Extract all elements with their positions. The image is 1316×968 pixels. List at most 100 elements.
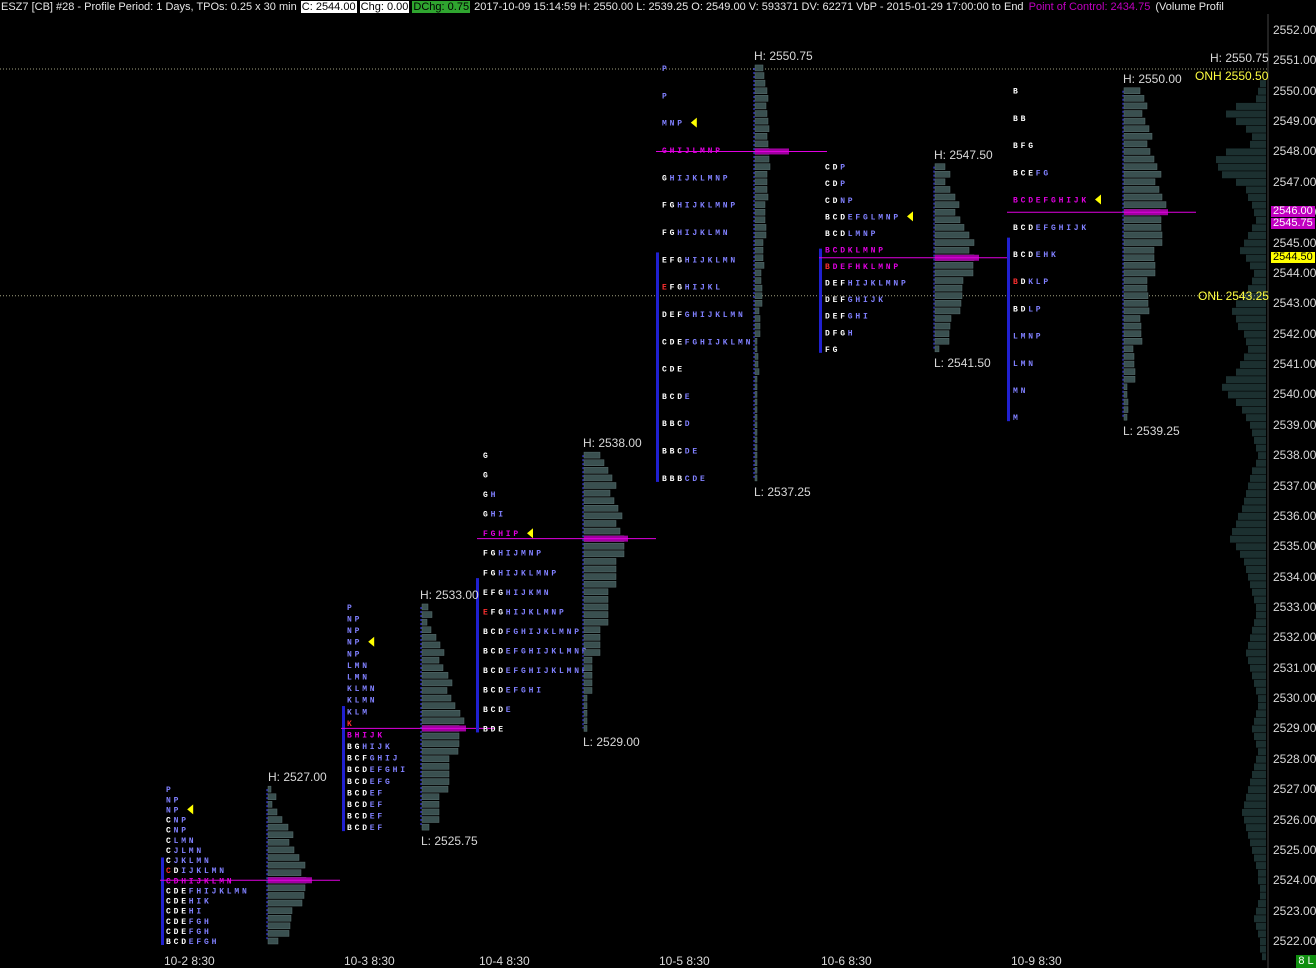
tpo-letter: D xyxy=(692,475,697,484)
composite-volume-bar xyxy=(1256,922,1266,930)
tpo-letter: B xyxy=(347,731,352,740)
tpo-letter: G xyxy=(662,174,667,183)
tpo-letter: P xyxy=(166,786,171,795)
volume-bar xyxy=(583,656,593,664)
volume-bar xyxy=(583,725,588,732)
tpo-letter: D xyxy=(1021,278,1026,287)
tpo-letter: I xyxy=(196,898,201,907)
tpo-letter: G xyxy=(483,452,488,461)
tpo-letter: C xyxy=(166,827,171,836)
composite-volume-bar xyxy=(1230,535,1266,543)
tpo-letter: K xyxy=(551,647,556,656)
composite-volume-bar xyxy=(1246,793,1266,801)
volume-bar xyxy=(421,816,440,823)
volume-bar xyxy=(583,634,601,641)
tpo-letter: F xyxy=(377,789,382,798)
tpo-letter: N xyxy=(886,213,891,222)
tpo-letter: N xyxy=(544,589,549,598)
tpo-letter: M xyxy=(219,877,224,886)
volume-bar xyxy=(267,907,293,914)
composite-volume-bar xyxy=(1248,482,1266,490)
tpo-letter: D xyxy=(840,230,845,239)
volume-bar xyxy=(1123,360,1135,368)
tpo-letter: E xyxy=(692,448,697,457)
tpo-letter: B xyxy=(1013,88,1018,97)
tpo-letter: M xyxy=(567,647,572,656)
tpo-letter: P xyxy=(536,550,541,559)
tpo-letter: L xyxy=(174,837,179,846)
volume-bar xyxy=(754,429,758,436)
tpo-letter: D xyxy=(174,908,179,917)
tpo-letter: H xyxy=(529,647,534,656)
tpo-letter: M xyxy=(536,569,541,578)
opening-range-bar xyxy=(656,252,659,482)
tpo-letter: J xyxy=(513,550,518,559)
volume-bar xyxy=(754,421,758,429)
tpo-letter: P xyxy=(174,806,179,815)
tpo-letter: J xyxy=(544,667,549,676)
tpo-letter: D xyxy=(833,197,838,206)
tpo-letter: M xyxy=(715,202,720,211)
corner-badge[interactable]: 8 L xyxy=(1296,955,1316,968)
tpo-letter: L xyxy=(347,673,352,682)
tpo-letter: J xyxy=(692,229,697,238)
tpo-letter: J xyxy=(189,867,194,876)
volume-bar xyxy=(421,793,440,801)
composite-volume-bar xyxy=(1260,938,1266,945)
tpo-letter: C xyxy=(1021,251,1026,260)
tpo-letter: G xyxy=(521,647,526,656)
tpo-letter: K xyxy=(1028,278,1033,287)
composite-volume-bar xyxy=(1244,816,1266,824)
composite-volume-bar xyxy=(1256,740,1266,748)
tpo-letter: B xyxy=(483,628,488,637)
composite-volume-bar xyxy=(1262,953,1266,961)
volume-bar xyxy=(267,801,273,808)
volume-bar xyxy=(1123,330,1142,337)
tpo-chart-canvas[interactable]: B C D E F G HC D E F G HC D E F G HC D E H IC D E H I KC D E F H I J K L M… xyxy=(0,0,1316,968)
tpo-letter: N xyxy=(886,263,891,272)
composite-volume-bar xyxy=(1236,543,1266,551)
tpo-letter: I xyxy=(204,887,209,896)
volume-bar xyxy=(1123,284,1148,292)
volume-bar xyxy=(754,406,758,413)
tpo-letter: B xyxy=(1013,278,1018,287)
tpo-letter: P xyxy=(662,65,667,74)
session-low-label: L: 2539.25 xyxy=(1123,424,1180,439)
tpo-letter: G xyxy=(498,608,503,617)
tpo-letter: B xyxy=(825,230,830,239)
tpo-letter: I xyxy=(506,569,511,578)
tpo-letter: M xyxy=(196,857,201,866)
volume-bar xyxy=(583,558,617,565)
tpo-letter: M xyxy=(1021,360,1026,369)
volume-bar xyxy=(1123,95,1145,102)
tpo-letter: L xyxy=(871,263,876,272)
volume-bar xyxy=(754,375,758,383)
tpo-letter: D xyxy=(1028,224,1033,233)
session-date-label: 10-5 8:30 xyxy=(659,954,710,968)
volume-bar xyxy=(754,262,765,269)
volume-bar xyxy=(421,656,440,664)
onh-label: ONH 2550.50 xyxy=(1195,68,1269,83)
composite-volume-bar xyxy=(1258,695,1266,703)
current-price-tag: 2544.50 xyxy=(1271,250,1315,263)
volume-bar xyxy=(583,679,593,687)
volume-bar xyxy=(1123,193,1163,201)
tpo-letter: I xyxy=(513,589,518,598)
composite-volume-bar xyxy=(1250,262,1266,270)
volume-bar xyxy=(754,95,769,102)
tpo-letter: H xyxy=(189,898,194,907)
tpo-letter: L xyxy=(715,284,720,293)
tpo-letter: C xyxy=(166,918,171,927)
tpo-letter: G xyxy=(677,284,682,293)
volume-bar xyxy=(1123,87,1141,94)
volume-bar xyxy=(421,679,453,687)
price-axis-label: 2525.00 xyxy=(1273,842,1316,857)
tpo-letter: E xyxy=(370,813,375,822)
tpo-letter: I xyxy=(863,296,868,305)
tpo-letter: P xyxy=(878,246,883,255)
session-low-label: L: 2525.75 xyxy=(421,834,478,849)
volume-bar xyxy=(934,330,950,337)
tpo-letter: F xyxy=(855,213,860,222)
volume-bar xyxy=(421,618,428,626)
volume-bar xyxy=(754,277,762,284)
